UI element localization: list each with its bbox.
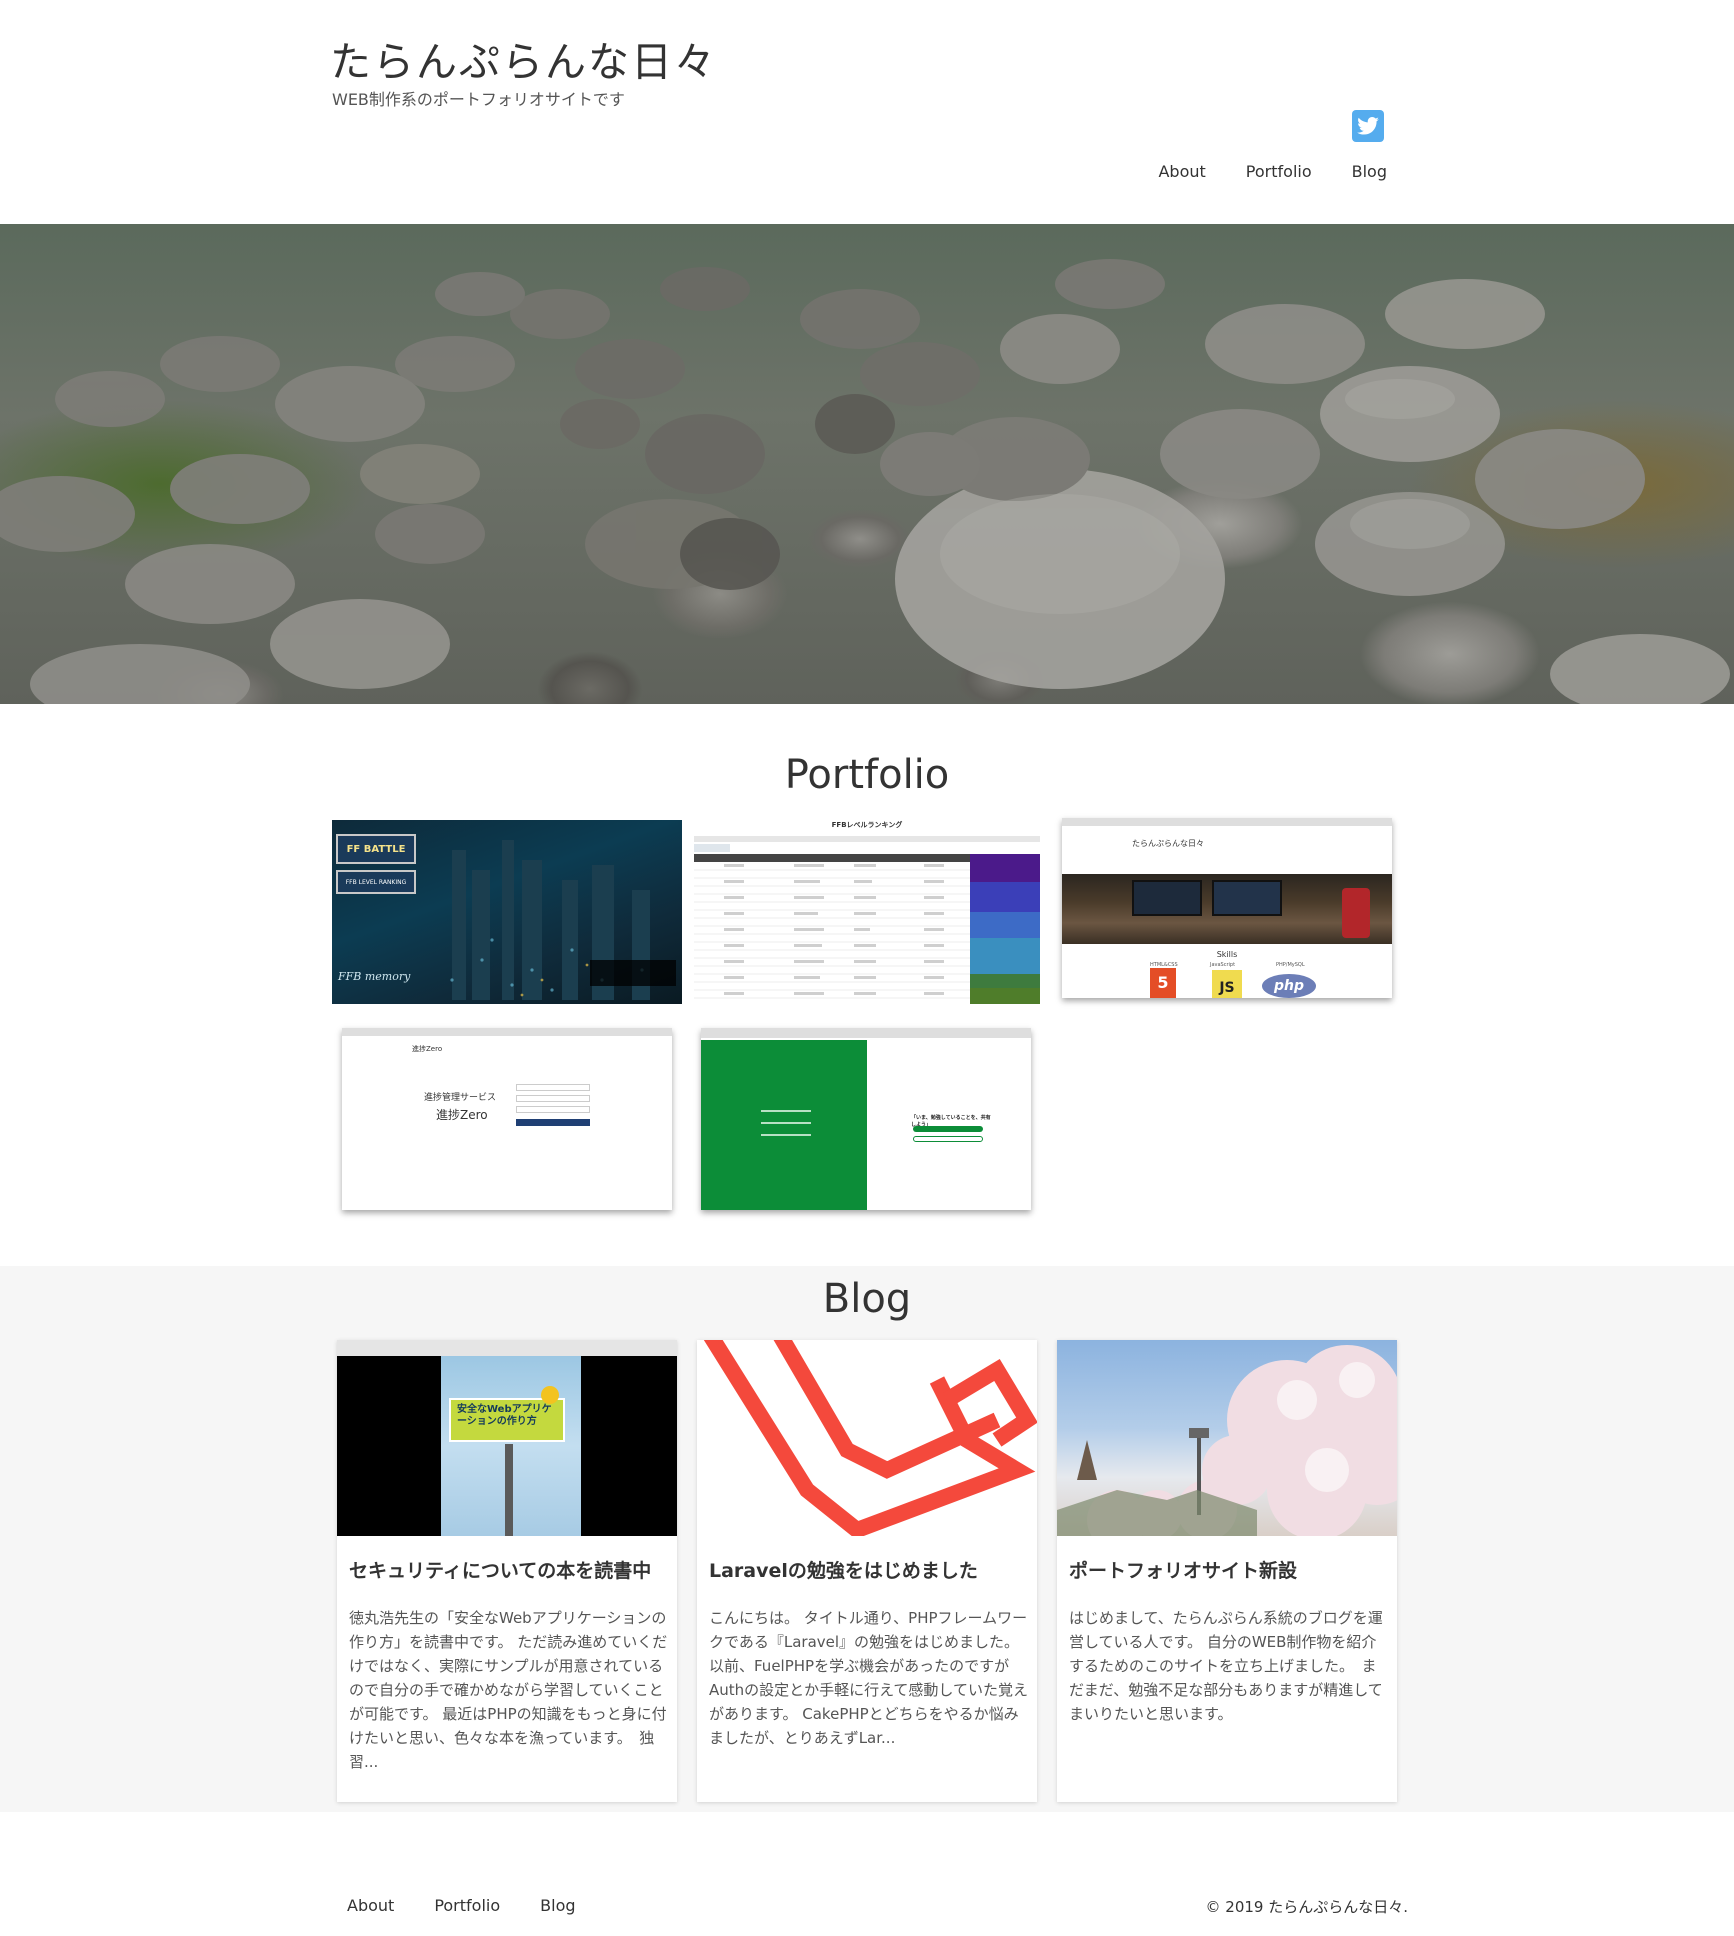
html5-icon: 5 bbox=[1150, 968, 1176, 998]
river-stones-graphic bbox=[0, 259, 1730, 704]
portfolio-item-shinchoku-zero[interactable]: 進捗Zero 進捗管理サービス 進捗Zero bbox=[342, 1028, 672, 1210]
portfolio-item-ffb-ranking[interactable]: FFBレベルランキング bbox=[694, 820, 1040, 1004]
blog-card-security-book[interactable]: 安全なWebアプリケーションの作り方 セキュリティについての本を読書中 徳丸浩先… bbox=[337, 1340, 677, 1802]
php-icon: php bbox=[1262, 974, 1316, 998]
browser-bar-2 bbox=[342, 1028, 672, 1036]
blog-card-laravel[interactable]: Laravelの勉強をはじめました こんにちは。 タイトル通り、PHPフレームワ… bbox=[697, 1340, 1037, 1802]
js-icon: JS bbox=[1212, 970, 1242, 998]
book-cover-pole bbox=[505, 1444, 513, 1536]
mini-monitor-left bbox=[1132, 880, 1202, 916]
blog-post-title[interactable]: Laravelの勉強をはじめました bbox=[709, 1556, 1027, 1583]
nav-portfolio[interactable]: Portfolio bbox=[1246, 162, 1312, 181]
ff-battle-subtext: FFB LEVEL RANKING bbox=[345, 878, 407, 886]
ranking-heading: FFBレベルランキング bbox=[831, 821, 903, 829]
cherry-blossom-thumbnail bbox=[1057, 1340, 1397, 1536]
green-app-button bbox=[913, 1126, 983, 1132]
green-panel bbox=[701, 1040, 867, 1210]
ff-info-panel bbox=[590, 960, 676, 986]
footer-nav: About Portfolio Blog bbox=[347, 1896, 576, 1915]
copyright-text: © 2019 たらんぷらんな日々. bbox=[1205, 1898, 1408, 1916]
mini-brand: 進捗Zero bbox=[412, 1045, 443, 1053]
mini-site-title: たらんぷらんな日々 bbox=[1132, 839, 1204, 848]
book-cover: 安全なWebアプリケーションの作り方 bbox=[441, 1356, 581, 1536]
browser-bar bbox=[1062, 818, 1392, 826]
portfolio-item-taranpuran-site[interactable]: たらんぷらんな日々 Skills HTML&CSS JavaScript PHP… bbox=[1062, 818, 1392, 998]
blog-card-portfolio-launch[interactable]: ポートフォリオサイト新設 はじめまして、たらんぷらん系統のブログを運営している人… bbox=[1057, 1340, 1397, 1802]
mini-skills-label: Skills bbox=[1216, 950, 1238, 959]
book-cover-title: 安全なWebアプリケーションの作り方 bbox=[457, 1404, 552, 1427]
blog-post-excerpt: 徳丸浩先生の「安全なWebアプリケーションの作り方」を読書中です。 ただ読み進め… bbox=[349, 1609, 668, 1771]
mini-service-label: 進捗管理サービス bbox=[424, 1093, 497, 1103]
blog-post-excerpt: はじめまして、たらんぷらん系統のブログを運営している人です。 自分のWEB制作物… bbox=[1069, 1609, 1383, 1723]
footer-nav-about[interactable]: About bbox=[347, 1896, 394, 1915]
site-title[interactable]: たらんぷらんな日々 bbox=[330, 28, 717, 88]
book-edition-badge bbox=[541, 1386, 559, 1404]
ranking-table-graphic bbox=[694, 836, 1040, 1004]
browser-bar-3 bbox=[701, 1028, 1031, 1038]
nav-blog[interactable]: Blog bbox=[1352, 162, 1387, 181]
blog-post-title[interactable]: セキュリティについての本を読書中 bbox=[349, 1556, 667, 1583]
site-subtitle: WEB制作系のポートフォリオサイトです bbox=[332, 90, 625, 109]
blog-section-title: Blog bbox=[822, 1276, 912, 1322]
ff-battle-subtext-box: FFB LEVEL RANKING bbox=[336, 870, 416, 894]
mini-js-label: JavaScript bbox=[1210, 962, 1236, 968]
nav-about[interactable]: About bbox=[1158, 162, 1205, 181]
mini-login-form bbox=[516, 1084, 590, 1134]
blog-post-excerpt: こんにちは。 タイトル通り、PHPフレームワークである『Laravel』の勉強を… bbox=[709, 1609, 1028, 1747]
cherry-blossom-graphic bbox=[1057, 1345, 1397, 1536]
laravel-logo-thumbnail bbox=[697, 1340, 1037, 1536]
green-app-button-outline bbox=[913, 1136, 983, 1142]
mini-service-name: 進捗Zero bbox=[436, 1108, 488, 1122]
ff-memory-text: FFB memory bbox=[338, 970, 411, 983]
ff-battle-logo-box: FF BATTLE bbox=[336, 834, 416, 864]
portfolio-section-title: Portfolio bbox=[784, 752, 950, 798]
security-book-thumbnail: 安全なWebアプリケーションの作り方 bbox=[337, 1340, 677, 1536]
mini-chair bbox=[1342, 888, 1370, 938]
mini-desk-photo bbox=[1062, 874, 1392, 944]
twitter-bird-icon bbox=[1357, 117, 1379, 135]
main-nav: About Portfolio Blog bbox=[1158, 162, 1387, 181]
portfolio-item-ff-battle[interactable]: FF BATTLE FFB LEVEL RANKING FFB memory bbox=[332, 820, 682, 1004]
footer-nav-blog[interactable]: Blog bbox=[540, 1896, 575, 1915]
portfolio-item-green-app[interactable]: 「いま、勉強していることを、共有しよう」 bbox=[701, 1028, 1031, 1210]
laravel-logo-icon bbox=[703, 1340, 1037, 1536]
twitter-icon[interactable] bbox=[1352, 110, 1384, 142]
hero-image bbox=[0, 224, 1734, 704]
ff-battle-logo-text: FF BATTLE bbox=[346, 843, 406, 855]
mini-monitor-right bbox=[1212, 880, 1282, 916]
mini-php-label: PHP/MySQL bbox=[1276, 962, 1305, 968]
footer-nav-portfolio[interactable]: Portfolio bbox=[434, 1896, 500, 1915]
blog-post-title[interactable]: ポートフォリオサイト新設 bbox=[1069, 1556, 1387, 1583]
